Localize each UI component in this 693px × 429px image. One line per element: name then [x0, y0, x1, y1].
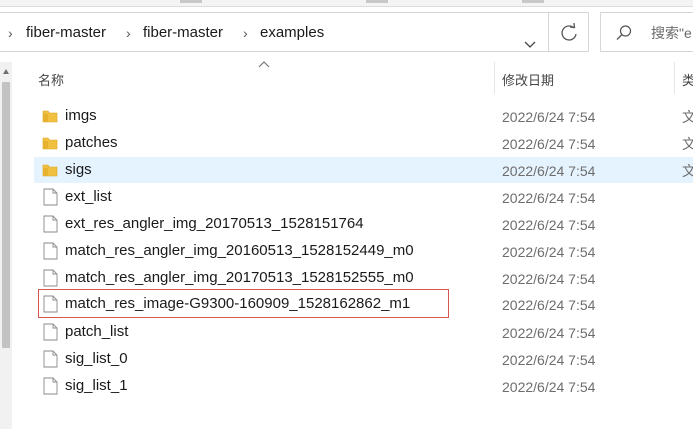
breadcrumb-item[interactable]: fiber-master: [143, 24, 223, 42]
vertical-scrollbar[interactable]: [0, 62, 12, 429]
file-type: 文: [682, 163, 693, 179]
list-item[interactable]: sig_list_0 2022/6/24 7:54: [34, 346, 693, 372]
file-name: ext_res_angler_img_20170513_1528151764: [65, 215, 364, 232]
folder-icon: [42, 164, 58, 177]
list-item[interactable]: sigs 2022/6/24 7:54 文: [34, 157, 693, 183]
column-divider[interactable]: [674, 62, 675, 94]
ribbon-tab-edge: [522, 0, 544, 3]
file-name: sig_list_1: [65, 377, 128, 394]
highlight-annotation-box: [38, 289, 449, 318]
file-name: imgs: [65, 107, 97, 124]
chevron-right-icon[interactable]: ›: [126, 25, 131, 41]
ribbon-tab-edge: [180, 0, 202, 3]
file-date: 2022/6/24 7:54: [502, 379, 596, 395]
search-icon: [616, 25, 632, 40]
file-type: 文: [682, 109, 693, 125]
file-name: patch_list: [65, 323, 129, 340]
file-name: match_res_angler_img_20170513_1528152555…: [65, 269, 414, 286]
file-date: 2022/6/24 7:54: [502, 297, 596, 313]
scrollbar-thumb[interactable]: [2, 82, 10, 348]
list-item[interactable]: ext_res_angler_img_20170513_1528151764 2…: [34, 211, 693, 237]
file-date: 2022/6/24 7:54: [502, 352, 596, 368]
column-type-header[interactable]: 类: [682, 70, 693, 89]
sort-ascending-icon: [258, 61, 270, 68]
list-item[interactable]: match_res_angler_img_20160513_1528152449…: [34, 238, 693, 264]
scroll-up-arrow-icon[interactable]: [2, 68, 10, 76]
address-bar[interactable]: › fiber-master › fiber-master › examples: [0, 12, 549, 52]
file-date: 2022/6/24 7:54: [502, 244, 596, 260]
column-date-header[interactable]: 修改日期: [502, 70, 554, 89]
file-name: ext_list: [65, 188, 112, 205]
chevron-right-icon[interactable]: ›: [8, 25, 13, 41]
file-name: match_res_angler_img_20160513_1528152449…: [65, 242, 414, 259]
file-icon: [43, 242, 58, 260]
file-date: 2022/6/24 7:54: [502, 325, 596, 341]
file-date: 2022/6/24 7:54: [502, 190, 596, 206]
column-divider[interactable]: [494, 62, 495, 94]
breadcrumb-item[interactable]: fiber-master: [26, 24, 106, 42]
search-box[interactable]: 搜索"e: [600, 12, 693, 52]
file-date: 2022/6/24 7:54: [502, 136, 596, 152]
refresh-icon: [561, 22, 577, 41]
file-name: sig_list_0: [65, 350, 128, 367]
refresh-button[interactable]: [549, 12, 589, 52]
list-item[interactable]: imgs 2022/6/24 7:54 文: [34, 103, 693, 129]
file-icon: [43, 188, 58, 206]
list-item[interactable]: sig_list_1 2022/6/24 7:54: [34, 373, 693, 399]
list-item[interactable]: patches 2022/6/24 7:54 文: [34, 130, 693, 156]
chevron-right-icon[interactable]: ›: [243, 25, 248, 41]
column-header: 名称 修改日期 类: [12, 61, 693, 94]
file-date: 2022/6/24 7:54: [502, 163, 596, 179]
folder-icon: [42, 110, 58, 123]
list-item[interactable]: patch_list 2022/6/24 7:54: [34, 319, 693, 345]
file-name: sigs: [65, 161, 92, 178]
chevron-down-icon: [524, 41, 536, 48]
list-item[interactable]: match_res_angler_img_20170513_1528152555…: [34, 265, 693, 291]
list-item[interactable]: ext_list 2022/6/24 7:54: [34, 184, 693, 210]
address-history-dropdown[interactable]: [516, 25, 544, 65]
search-input[interactable]: 搜索"e: [651, 24, 692, 42]
breadcrumb-item[interactable]: examples: [260, 24, 324, 42]
file-icon: [43, 377, 58, 395]
file-type: 文: [682, 136, 693, 152]
file-date: 2022/6/24 7:54: [502, 217, 596, 233]
file-icon: [43, 323, 58, 341]
column-name-header[interactable]: 名称: [38, 70, 64, 89]
top-ribbon-strip: [0, 0, 693, 7]
file-icon: [43, 350, 58, 368]
file-date: 2022/6/24 7:54: [502, 109, 596, 125]
file-icon: [43, 269, 58, 287]
file-name: patches: [65, 134, 118, 151]
file-icon: [43, 215, 58, 233]
file-date: 2022/6/24 7:54: [502, 271, 596, 287]
folder-icon: [42, 137, 58, 150]
ribbon-tab-edge: [366, 0, 388, 3]
